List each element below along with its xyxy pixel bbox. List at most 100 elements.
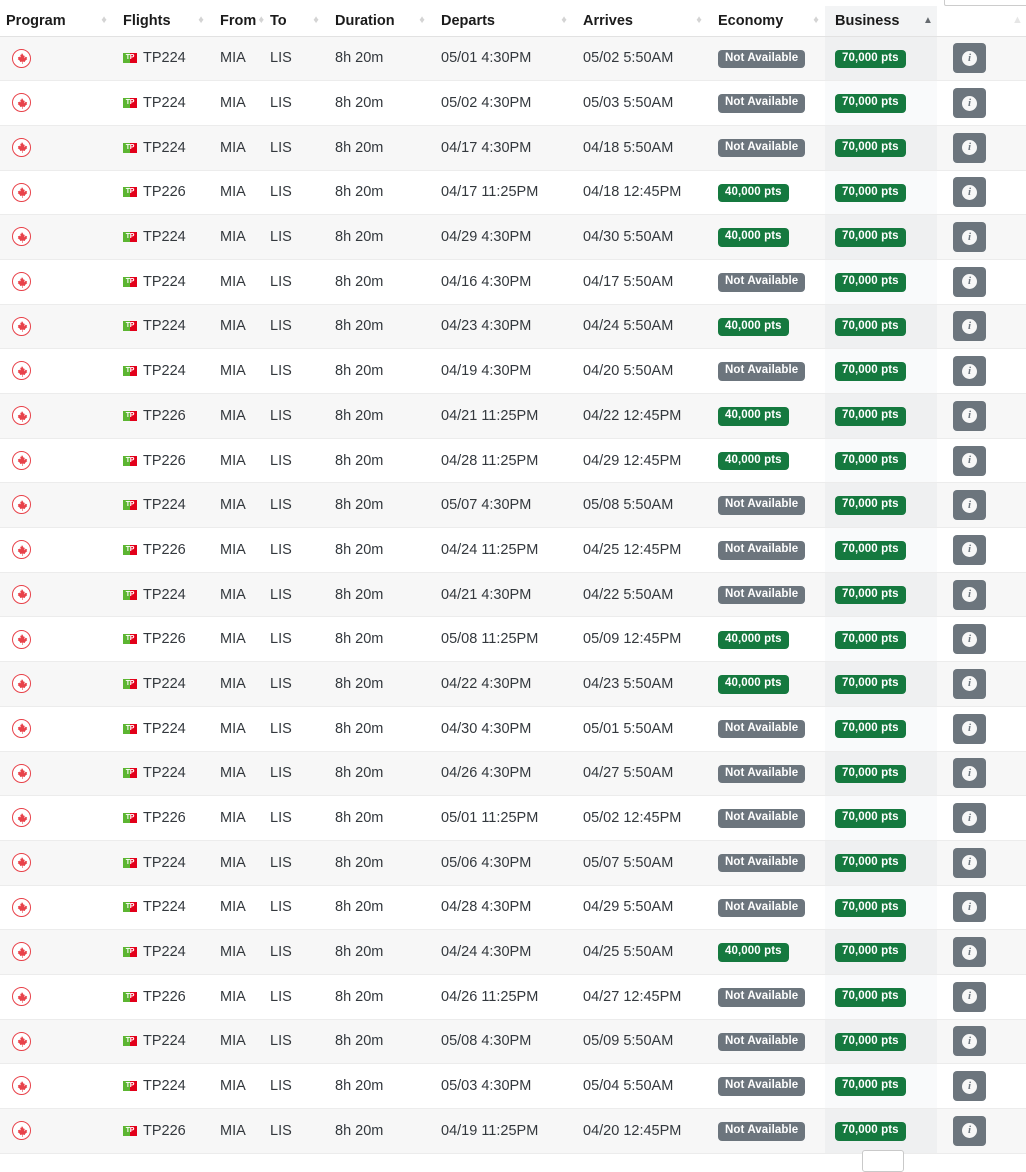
- table-row[interactable]: TP TP224 MIA LIS 8h 20m 04/26 4:30PM 04/27 5:5…: [0, 751, 1026, 797]
- info-icon: i: [962, 408, 977, 424]
- table-row[interactable]: TP TP224 MIA LIS 8h 20m 05/01 4:30PM 05/02 5:5…: [0, 36, 1026, 82]
- table-row[interactable]: TP TP224 MIA LIS 8h 20m 04/23 4:30PM 04/24 5:5…: [0, 304, 1026, 350]
- cell-origin: MIA: [210, 1063, 260, 1109]
- flight-details-button[interactable]: i: [953, 490, 986, 521]
- column-header-economy[interactable]: Economy: [708, 6, 825, 37]
- cell-business: 70,000 pts: [825, 393, 937, 439]
- flight-details-button[interactable]: i: [953, 132, 986, 163]
- flight-details-button[interactable]: i: [953, 624, 986, 655]
- tap-portugal-logo-icon: TP: [123, 187, 137, 198]
- table-row[interactable]: TP TP224 MIA LIS 8h 20m 04/28 4:30PM 04/29 5:5…: [0, 885, 1026, 931]
- flight-details-button[interactable]: i: [953, 847, 986, 878]
- flight-details-button[interactable]: i: [953, 758, 986, 789]
- cell-departs: 04/16 4:30PM: [431, 259, 573, 305]
- column-header-departs[interactable]: Departs: [431, 6, 573, 37]
- flight-details-button[interactable]: i: [953, 445, 986, 476]
- column-header-duration[interactable]: Duration: [325, 6, 431, 37]
- flight-details-button[interactable]: i: [953, 803, 986, 834]
- sort-ascending-icon[interactable]: [923, 16, 933, 26]
- column-header-flights[interactable]: Flights: [113, 6, 210, 37]
- flight-details-button[interactable]: i: [953, 311, 986, 342]
- sort-toggle-icon[interactable]: [196, 15, 206, 26]
- flight-details-button[interactable]: i: [953, 1071, 986, 1102]
- business-award-badge: 70,000 pts: [835, 407, 906, 426]
- cell-destination: LIS: [260, 125, 325, 171]
- flight-details-button[interactable]: i: [953, 981, 986, 1012]
- cell-economy: 40,000 pts: [708, 438, 825, 484]
- table-row[interactable]: TP TP224 MIA LIS 8h 20m 04/22 4:30PM 04/23 5:5…: [0, 661, 1026, 707]
- table-row[interactable]: TP TP226 MIA LIS 8h 20m 04/21 11:25PM 04/22 12…: [0, 393, 1026, 439]
- flight-number-label: TP224: [143, 1078, 186, 1095]
- table-row[interactable]: TP TP224 MIA LIS 8h 20m 04/16 4:30PM 04/17 5:5…: [0, 259, 1026, 305]
- cell-flight-number: TP TP224: [113, 482, 210, 529]
- sort-toggle-icon[interactable]: [1012, 15, 1022, 26]
- sort-toggle-icon[interactable]: [311, 15, 321, 26]
- flight-details-button[interactable]: i: [953, 266, 986, 297]
- flight-details-button[interactable]: i: [953, 177, 986, 208]
- table-row[interactable]: TP TP224 MIA LIS 8h 20m 05/07 4:30PM 05/08 5:5…: [0, 482, 1026, 529]
- flight-number-label: TP226: [143, 631, 186, 648]
- sort-toggle-icon[interactable]: [99, 15, 109, 26]
- column-header-actions: [937, 6, 1026, 37]
- cell-destination: LIS: [260, 706, 325, 752]
- cell-actions: i: [937, 170, 1026, 216]
- info-icon: i: [962, 318, 977, 334]
- table-row[interactable]: TP TP224 MIA LIS 8h 20m 05/06 4:30PM 05/07 5:5…: [0, 840, 1026, 886]
- cell-flight-number: TP TP224: [113, 348, 210, 394]
- cell-origin: MIA: [210, 929, 260, 975]
- cell-departs: 04/17 4:30PM: [431, 125, 573, 171]
- table-row[interactable]: TP TP224 MIA LIS 8h 20m 04/29 4:30PM 04/30 5:5…: [0, 214, 1026, 260]
- table-row[interactable]: TP TP226 MIA LIS 8h 20m 04/28 11:25PM 04/29 12…: [0, 438, 1026, 484]
- sort-toggle-icon[interactable]: [256, 15, 266, 26]
- table-row[interactable]: TP TP226 MIA LIS 8h 20m 04/17 11:25PM 04/18 12…: [0, 170, 1026, 216]
- table-row[interactable]: TP TP224 MIA LIS 8h 20m 04/24 4:30PM 04/25 5:5…: [0, 929, 1026, 975]
- table-row[interactable]: TP TP224 MIA LIS 8h 20m 05/03 4:30PM 05/04 5:5…: [0, 1063, 1026, 1109]
- table-row[interactable]: TP TP224 MIA LIS 8h 20m 04/30 4:30PM 05/01 5:5…: [0, 706, 1026, 752]
- cell-departs: 04/26 4:30PM: [431, 751, 573, 797]
- table-row[interactable]: TP TP224 MIA LIS 8h 20m 05/08 4:30PM 05/09 5:5…: [0, 1019, 1026, 1065]
- cell-actions: i: [937, 214, 1026, 260]
- table-row[interactable]: TP TP226 MIA LIS 8h 20m 05/08 11:25PM 05/09 12…: [0, 616, 1026, 663]
- table-row[interactable]: TP TP226 MIA LIS 8h 20m 04/26 11:25PM 04/27 12…: [0, 974, 1026, 1020]
- flight-details-button[interactable]: i: [953, 222, 986, 253]
- cell-arrives: 04/25 12:45PM: [573, 527, 708, 573]
- flight-details-button[interactable]: i: [953, 892, 986, 923]
- tap-portugal-logo-icon: TP: [123, 98, 137, 109]
- sort-toggle-icon[interactable]: [694, 15, 704, 26]
- sort-toggle-icon[interactable]: [559, 15, 569, 26]
- cell-flight-number: TP TP224: [113, 1063, 210, 1109]
- flight-details-button[interactable]: i: [953, 88, 986, 119]
- cell-origin: MIA: [210, 840, 260, 886]
- table-row[interactable]: TP TP224 MIA LIS 8h 20m 05/02 4:30PM 05/03 5:5…: [0, 80, 1026, 126]
- cell-flight-number: TP TP226: [113, 438, 210, 484]
- table-row[interactable]: TP TP226 MIA LIS 8h 20m 04/19 11:25PM 04/20 12…: [0, 1108, 1026, 1154]
- table-row[interactable]: TP TP224 MIA LIS 8h 20m 04/21 4:30PM 04/22 5:5…: [0, 572, 1026, 618]
- flight-details-button[interactable]: i: [953, 1026, 986, 1057]
- column-header-program[interactable]: Program: [0, 6, 113, 37]
- flight-details-button[interactable]: i: [953, 400, 986, 431]
- column-header-arrives[interactable]: Arrives: [573, 6, 708, 37]
- flight-details-button[interactable]: i: [953, 43, 986, 74]
- column-header-from[interactable]: From: [210, 6, 260, 37]
- flight-details-button[interactable]: i: [953, 356, 986, 387]
- flight-details-button[interactable]: i: [953, 579, 986, 610]
- info-icon: i: [962, 1078, 977, 1094]
- cell-destination: LIS: [260, 36, 325, 82]
- column-header-to[interactable]: To: [260, 6, 325, 37]
- sort-toggle-icon[interactable]: [811, 15, 821, 26]
- table-row[interactable]: TP TP224 MIA LIS 8h 20m 04/17 4:30PM 04/18 5:5…: [0, 125, 1026, 171]
- flight-details-button[interactable]: i: [953, 534, 986, 565]
- table-row[interactable]: TP TP226 MIA LIS 8h 20m 05/01 11:25PM 05/02 12…: [0, 795, 1026, 841]
- cell-program: [0, 304, 113, 350]
- flight-details-button[interactable]: i: [953, 713, 986, 744]
- table-row[interactable]: TP TP226 MIA LIS 8h 20m 04/24 11:25PM 04/25 12…: [0, 527, 1026, 573]
- column-header-business[interactable]: Business: [825, 6, 937, 37]
- flight-details-button[interactable]: i: [953, 1115, 986, 1146]
- cell-duration: 8h 20m: [325, 974, 431, 1020]
- cell-actions: i: [937, 795, 1026, 841]
- flight-details-button[interactable]: i: [953, 937, 986, 968]
- table-row[interactable]: TP TP224 MIA LIS 8h 20m 04/19 4:30PM 04/20 5:5…: [0, 348, 1026, 394]
- flight-details-button[interactable]: i: [953, 668, 986, 699]
- pagination-control[interactable]: [862, 1150, 904, 1172]
- sort-toggle-icon[interactable]: [417, 15, 427, 26]
